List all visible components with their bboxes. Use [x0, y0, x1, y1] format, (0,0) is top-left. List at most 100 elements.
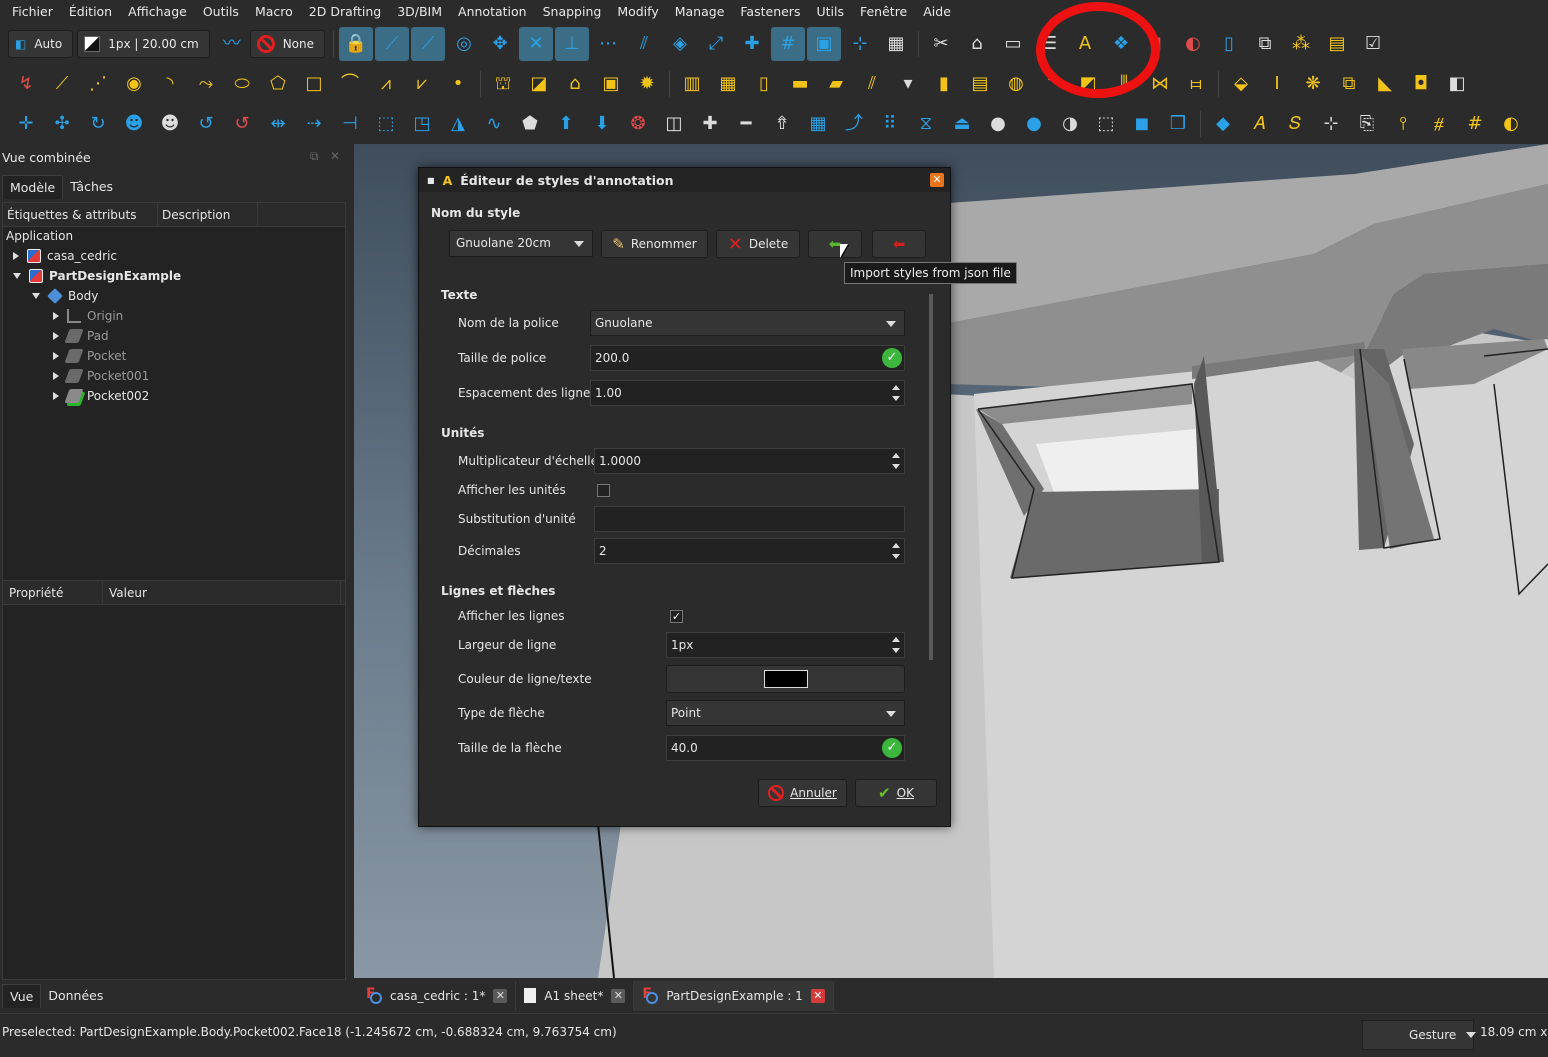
union-button[interactable]: ● [980, 107, 1016, 141]
snap-ortho-button[interactable]: ✚ [734, 27, 770, 61]
snap-endpoint-button[interactable]: ⟋ [375, 27, 410, 61]
upgrade-button[interactable]: ◳ [404, 107, 440, 141]
line-color-button[interactable] [666, 665, 905, 693]
bim-book-button[interactable]: ▯ [1211, 27, 1247, 61]
offset-button[interactable]: ↺ [188, 107, 224, 141]
autogroup-layer-button[interactable]: None [249, 30, 326, 58]
close-tab-icon[interactable]: ✕ [810, 988, 825, 1003]
arch-rebar-button[interactable]: ⧦ [1178, 67, 1214, 101]
tree-item-partdesignexample[interactable]: PartDesignExample [13, 266, 181, 286]
line-spacing-input[interactable]: 1.00 [590, 380, 905, 406]
arch-slab-button[interactable]: ◪ [521, 67, 557, 101]
push-button[interactable]: ⏏ [944, 107, 980, 141]
spin-arrows-icon[interactable] [892, 542, 900, 560]
snap-workingplane-button[interactable]: ▣ [807, 27, 842, 61]
dialog-scrollbar[interactable] [929, 294, 933, 660]
axis-button[interactable]: ⫯ [1385, 107, 1421, 141]
expand-arrow-icon[interactable] [53, 332, 59, 340]
menu-utils[interactable]: Utils [808, 0, 852, 24]
arch-panel-button[interactable]: ▤ [962, 67, 998, 101]
arch-wall-button[interactable]: ▥ [674, 67, 710, 101]
snap-perpendicular-button[interactable]: ⊥ [555, 27, 590, 61]
curve-button[interactable]: ⩗ [404, 67, 440, 101]
bim-tools-button[interactable]: ✂ [923, 27, 959, 61]
bim-chart-button[interactable]: ▮ [1139, 27, 1175, 61]
subtract-button[interactable]: ━ [728, 107, 764, 141]
arrow-up-button[interactable]: ⬆ [548, 107, 584, 141]
mirror-sheep-button[interactable]: ☻ [152, 107, 188, 141]
ok-button[interactable]: ✔ OK [855, 779, 937, 807]
scrollbar-thumb[interactable] [929, 294, 933, 660]
shell-button[interactable]: ⬚ [1088, 107, 1124, 141]
arrow-type-select[interactable]: Point [666, 700, 905, 726]
style-select[interactable]: Gnuolane 20cm [449, 230, 593, 257]
arrow-size-input[interactable]: 40.0 ✓ [666, 735, 905, 761]
show-units-checkbox[interactable] [597, 484, 610, 497]
dialog-close-button[interactable]: ✕ [930, 173, 944, 187]
remove-button[interactable]: ◫ [656, 107, 692, 141]
arch-frame-button[interactable]: ◩ [1070, 67, 1106, 101]
bspline-button[interactable]: ⤳ [188, 67, 224, 101]
snap-near-button[interactable]: ⤢ [698, 27, 734, 61]
text-button[interactable]: 𝐴 [1241, 107, 1277, 141]
ellipse-button[interactable]: ⬭ [224, 67, 260, 101]
working-plane-button[interactable]: ◧ Auto [8, 30, 74, 58]
menu-fichier[interactable]: Fichier [4, 0, 61, 24]
circle-button[interactable]: ◉ [116, 67, 152, 101]
tree-column-labels[interactable]: Étiquettes & attributs [3, 203, 158, 226]
snap-angle-button[interactable]: ✥ [482, 27, 518, 61]
join-button[interactable]: ⇢ [296, 107, 332, 141]
menu-fenetre[interactable]: Fenêtre [852, 0, 915, 24]
navigation-style-select[interactable]: Gesture [1362, 1020, 1477, 1050]
line-width-input[interactable]: 1px [666, 632, 905, 658]
grid-button[interactable]: # [1457, 107, 1493, 141]
annotation-styles-button[interactable]: A [1067, 27, 1103, 61]
autogroup-button[interactable]: 〰 [214, 27, 250, 61]
wire-button[interactable]: ⋰ [80, 67, 116, 101]
tab-a1-sheet[interactable]: A1 sheet* ✕ [516, 980, 635, 1011]
bim-ifc-button[interactable]: ❖ [1103, 27, 1139, 61]
snap-midpoint-button[interactable]: ⟋ [411, 27, 446, 61]
split-button[interactable]: ⊣ [332, 107, 368, 141]
scale-input[interactable]: 1.0000 [594, 448, 905, 474]
line-button[interactable]: ⟋ [44, 67, 80, 101]
compound-button[interactable]: ❒ [1160, 107, 1196, 141]
tab-casa-cedric[interactable]: casa_cedric : 1* ✕ [358, 980, 517, 1011]
annotation-leader-button[interactable]: ⎘ [1349, 107, 1385, 141]
bim-view-button[interactable]: ▭ [995, 27, 1031, 61]
arch-window-button[interactable]: ▣ [593, 67, 629, 101]
rotate-button[interactable]: ↻ [80, 107, 116, 141]
bim-stack-button[interactable]: ⧉ [1247, 27, 1283, 61]
property-column-value[interactable]: Valeur [103, 581, 341, 604]
move-button[interactable]: ✛ [8, 107, 44, 141]
arch-profile-button[interactable]: I [1259, 67, 1295, 101]
mesh-button[interactable]: ❂ [620, 107, 656, 141]
bim-layers-button[interactable]: ☰ [1031, 27, 1067, 61]
arch-truss-button[interactable]: ⋈ [1142, 67, 1178, 101]
menu-fasteners[interactable]: Fasteners [732, 0, 808, 24]
axis-system-button[interactable]: ⧣ [1421, 107, 1457, 141]
tree-column-description[interactable]: Description [158, 203, 258, 226]
bim-diff-button[interactable]: ◐ [1175, 27, 1211, 61]
arch-box-button[interactable]: ◧ [1439, 67, 1475, 101]
menu-3d-bim[interactable]: 3D/BIM [389, 0, 450, 24]
arch-curtain-button[interactable]: ▦ [710, 67, 746, 101]
font-size-input[interactable]: 200.0 ✓ [590, 345, 905, 371]
arch-roof-button[interactable]: ⌃ [1034, 67, 1070, 101]
bim-box-button[interactable]: ⌂ [959, 27, 995, 61]
snap-special-button[interactable]: ◈ [662, 27, 698, 61]
snap-center-button[interactable]: ◎ [446, 27, 482, 61]
section-plane-button[interactable]: ◐ [1493, 107, 1529, 141]
dropdown-arrow-button[interactable]: ▾ [890, 67, 926, 101]
snap-grid-button[interactable]: # [771, 27, 806, 61]
arch-cube-button[interactable]: ◘ [1403, 67, 1439, 101]
tree-item-body[interactable]: Body [32, 286, 98, 306]
rename-button[interactable]: ✎ Renommer [601, 230, 708, 258]
dimension-button[interactable]: ⊹ [1313, 107, 1349, 141]
tree-item-origin[interactable]: Origin [53, 306, 123, 326]
menu-modify[interactable]: Modify [609, 0, 666, 24]
decimals-input[interactable]: 2 [594, 538, 905, 564]
arch-gear-button[interactable]: ✹ [629, 67, 665, 101]
menu-outils[interactable]: Outils [195, 0, 247, 24]
delete-button[interactable]: ✕ Delete [716, 230, 800, 258]
